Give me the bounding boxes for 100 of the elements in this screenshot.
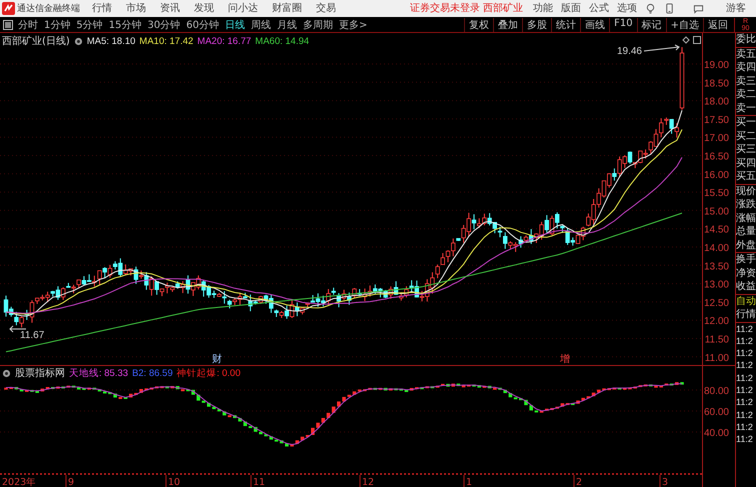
event-marker[interactable]: 增	[560, 354, 570, 365]
trade-time: 11:2	[736, 359, 754, 372]
quote-field-label: 卖五	[736, 48, 756, 61]
price-axis-label: 16.50	[704, 152, 729, 162]
date-axis-label: 2	[576, 477, 582, 487]
menu-item[interactable]: 选项	[617, 2, 638, 14]
quote-field-label: 委比	[736, 33, 756, 46]
quote-field-label: 现价	[736, 184, 756, 198]
price-axis-label: 13.50	[704, 261, 729, 272]
chart-title: 西部矿业(日线)	[2, 34, 70, 48]
toolbar-button[interactable]: 复权	[464, 18, 494, 32]
price-axis-label: 12.00	[704, 316, 729, 328]
indicator-value: 神针起爆: 0.00	[176, 366, 241, 380]
quote-field-label: 买四	[736, 156, 756, 170]
period-tab[interactable]: 1分钟	[44, 18, 70, 32]
period-tab[interactable]: 60分钟	[186, 18, 219, 32]
date-axis-label: 10	[168, 477, 180, 487]
quote-mode-tab[interactable]: 行情	[736, 308, 756, 322]
price-axis-label: 12.50	[704, 298, 729, 309]
event-marker[interactable]: 财	[212, 354, 222, 365]
period-tab[interactable]: 周线	[250, 18, 271, 32]
period-tab[interactable]: 更多>	[338, 18, 368, 32]
price-axis-label: 19.00	[704, 60, 729, 71]
indicator-title: 股票指标网	[15, 366, 65, 380]
menu-item[interactable]: 发现	[194, 2, 214, 14]
high-price-label: 19.46	[616, 46, 642, 57]
menu-item[interactable]: 版面	[561, 2, 582, 14]
trade-time: 11:2	[736, 396, 754, 409]
quote-field-label: 卖二	[736, 88, 756, 102]
price-axis-label: 15.00	[704, 206, 729, 218]
price-axis-label: 17.00	[704, 133, 729, 144]
price-axis-label: 13.00	[704, 280, 729, 291]
date-axis-label: 12	[362, 477, 374, 487]
price-axis-label: 18.00	[704, 96, 729, 108]
quote-field-label: 卖三	[736, 74, 756, 88]
price-axis-label: 17.50	[704, 114, 729, 126]
quote-field-label: 涨跌	[736, 198, 756, 212]
price-axis-label: 18.50	[704, 78, 729, 90]
trade-time: 11:2	[736, 322, 754, 335]
trade-time: 11:2	[736, 433, 754, 446]
quote-field-label: 涨幅	[736, 212, 756, 225]
menu-item[interactable]: 市场	[126, 2, 146, 14]
menu-item[interactable]: 功能	[533, 2, 554, 14]
price-axis-label: 11.00	[704, 352, 729, 364]
indicator-axis-label: 40.00	[704, 428, 729, 439]
moving-average-value: MA60: 14.94	[255, 36, 310, 46]
menu-item[interactable]: 问小达	[228, 2, 258, 14]
quote-field-label: 外盘	[736, 238, 756, 252]
quote-field-label: 换手	[736, 253, 756, 266]
trade-time: 11:2	[736, 334, 754, 348]
menu-item[interactable]: 交易	[316, 2, 336, 14]
date-axis-label: 9	[68, 477, 74, 487]
menu-item[interactable]: 行情	[92, 2, 112, 14]
menu-item[interactable]: 资讯	[160, 2, 180, 14]
toolbar-button[interactable]: 多股	[522, 18, 552, 32]
indicator-value: B2: 86.59	[132, 368, 173, 378]
quote-field-label: 买二	[736, 130, 756, 143]
user-label[interactable]: 游客	[726, 2, 746, 14]
quote-field-label: 卖四	[736, 61, 756, 74]
quote-field-label: 买三	[736, 143, 756, 156]
menu-item[interactable]: 公式	[589, 2, 610, 14]
period-tab[interactable]: 分时	[18, 18, 38, 32]
quote-field-label: 买五	[736, 170, 756, 184]
quote-field-label: 总量	[736, 225, 756, 238]
toolbar-button[interactable]: F10	[609, 18, 637, 32]
trade-time: 11:2	[736, 420, 754, 434]
toolbar-button[interactable]: 标记	[636, 18, 666, 32]
indicator-value: 天地线: 85.33	[69, 366, 128, 380]
price-axis-label: 11.50	[704, 334, 729, 346]
period-tab[interactable]: 30分钟	[147, 18, 180, 32]
toolbar-button[interactable]: 画线	[580, 18, 610, 32]
date-axis-label: 11	[253, 477, 266, 487]
trade-time: 11:2	[736, 347, 754, 360]
price-axis-label: 14.50	[704, 224, 729, 236]
quote-field-label: 卖一	[736, 102, 756, 115]
trade-time: 11:2	[736, 384, 754, 396]
quote-field-label: 净资	[736, 266, 756, 280]
date-axis-label: 3	[662, 477, 668, 487]
indicator-axis-label: 60.00	[704, 407, 729, 418]
login-status[interactable]: 证券交易未登录 西部矿业	[410, 2, 524, 14]
app-title: 通达信金融终端	[17, 2, 80, 14]
menu-item[interactable]: 财富圈	[272, 2, 302, 14]
moving-average-value: MA20: 16.77	[197, 36, 252, 46]
date-axis-label: 1	[466, 477, 472, 487]
toolbar-button[interactable]: 返回	[703, 18, 732, 32]
period-tab[interactable]: 5分钟	[76, 18, 103, 32]
toolbar-button[interactable]: 叠加	[493, 18, 522, 32]
price-axis-label: 15.50	[704, 188, 729, 200]
period-tab[interactable]: 15分钟	[108, 18, 142, 32]
period-tab[interactable]: 日线	[224, 18, 245, 32]
toolbar-button[interactable]: 统计	[551, 18, 580, 32]
trade-time: 11:2	[736, 408, 754, 421]
indicator-axis-label: 80.00	[704, 386, 729, 397]
quote-mode-tab[interactable]: 自动	[736, 294, 756, 308]
price-axis-label: 16.00	[704, 170, 729, 181]
period-tab[interactable]: 月线	[276, 18, 297, 32]
toolbar-button[interactable]: +自选	[666, 18, 703, 32]
trade-time: 11:2	[736, 372, 754, 384]
period-tab[interactable]: 多周期	[302, 18, 333, 32]
low-price-label: 11.67	[20, 330, 44, 341]
